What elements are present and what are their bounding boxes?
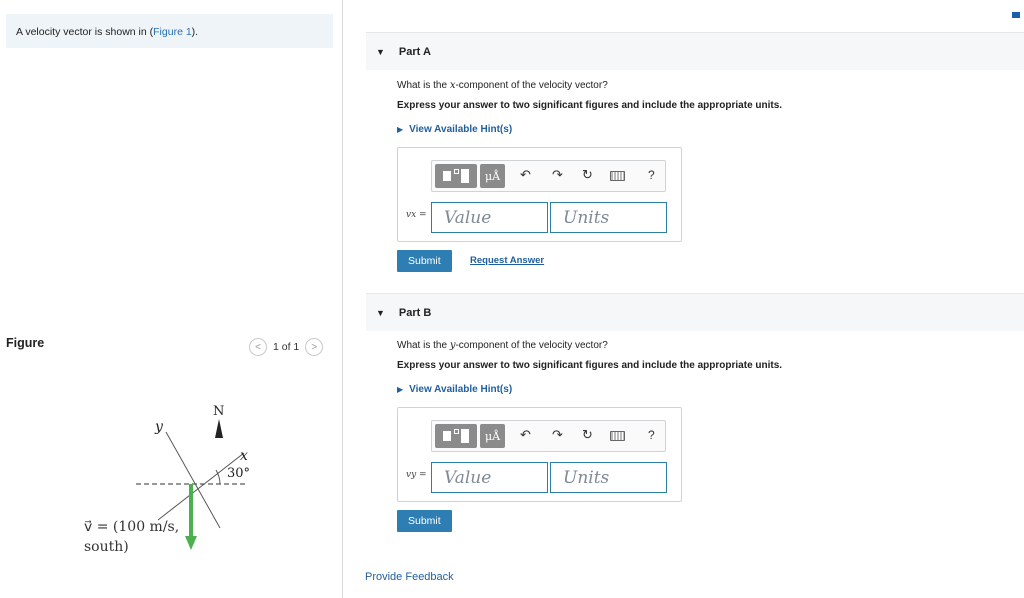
north-arrow-icon bbox=[215, 419, 223, 438]
part-b-value-input[interactable]: Value bbox=[431, 462, 548, 493]
y-axis-label: y bbox=[154, 419, 164, 435]
velocity-vector-head bbox=[185, 536, 197, 550]
part-b-instruction: Express your answer to two significant f… bbox=[397, 360, 783, 371]
part-b-header[interactable]: ▼ Part B bbox=[366, 293, 1024, 331]
prev-figure-button[interactable]: < bbox=[249, 338, 267, 356]
part-a-answer-box: μÅ ↶ ↷ ↻ ? vx = Value Units bbox=[397, 147, 682, 242]
part-b-units-input[interactable]: Units bbox=[550, 462, 667, 493]
figure-link[interactable]: Figure 1 bbox=[153, 26, 192, 38]
intro-text-end: ). bbox=[191, 26, 199, 38]
help-icon[interactable]: ? bbox=[648, 168, 655, 182]
part-a-title: Part A bbox=[398, 45, 431, 58]
part-b-answer-box: μÅ ↶ ↷ ↻ ? vy = Value Units bbox=[397, 407, 682, 502]
redo-icon[interactable]: ↷ bbox=[552, 428, 563, 442]
keyboard-icon[interactable] bbox=[610, 431, 625, 441]
velocity-figure: N y x 30° v⃗ = (100 m/s, south) bbox=[84, 404, 250, 555]
part-a-question: What is the x-component of the velocity … bbox=[397, 80, 608, 91]
reset-icon[interactable]: ↻ bbox=[582, 428, 593, 442]
x-axis-line bbox=[157, 452, 245, 521]
north-label: N bbox=[213, 404, 224, 419]
corner-mark-icon bbox=[1012, 12, 1020, 18]
pager-count: 1 of 1 bbox=[273, 341, 300, 353]
keyboard-icon[interactable] bbox=[610, 171, 625, 181]
undo-icon[interactable]: ↶ bbox=[520, 168, 531, 182]
redo-icon[interactable]: ↷ bbox=[552, 168, 563, 182]
left-pane: A velocity vector is shown in (Figure 1)… bbox=[0, 0, 343, 598]
part-a-variable-label: vx = bbox=[406, 210, 427, 220]
caret-right-icon: ▶ bbox=[397, 385, 404, 394]
part-b-hint-toggle[interactable]: ▶ View Available Hint(s) bbox=[397, 384, 512, 395]
part-a-value-input[interactable]: Value bbox=[431, 202, 548, 233]
angle-label: 30° bbox=[227, 466, 250, 481]
templates-button[interactable] bbox=[435, 424, 477, 448]
part-b-title: Part B bbox=[398, 306, 432, 319]
part-b-toolbar: μÅ ↶ ↷ ↻ ? bbox=[431, 420, 666, 452]
part-a-submit-button[interactable]: Submit bbox=[397, 250, 452, 272]
next-figure-button[interactable]: > bbox=[305, 338, 324, 356]
request-answer-link[interactable]: Request Answer bbox=[470, 255, 544, 266]
figure-heading: Figure bbox=[6, 336, 45, 350]
undo-icon[interactable]: ↶ bbox=[520, 428, 531, 442]
right-pane: ▼ Part A What is the x-component of the … bbox=[344, 0, 1024, 598]
part-a-units-input[interactable]: Units bbox=[550, 202, 667, 233]
part-b-variable-label: vy = bbox=[406, 470, 427, 480]
reset-icon[interactable]: ↻ bbox=[582, 168, 593, 182]
part-a-instruction: Express your answer to two significant f… bbox=[397, 100, 783, 111]
vector-label-line1: v⃗ = (100 m/s, bbox=[84, 519, 179, 535]
help-icon[interactable]: ? bbox=[648, 428, 655, 442]
part-a-hint-toggle[interactable]: ▶ View Available Hint(s) bbox=[397, 124, 512, 135]
collapse-triangle-icon: ▼ bbox=[376, 307, 385, 318]
templates-button[interactable] bbox=[435, 164, 477, 188]
units-symbols-button[interactable]: μÅ bbox=[480, 424, 505, 448]
intro-text: A velocity vector is shown in ( bbox=[16, 26, 154, 38]
part-b-submit-button[interactable]: Submit bbox=[397, 510, 452, 532]
caret-right-icon: ▶ bbox=[397, 125, 404, 134]
intro-box: A velocity vector is shown in (Figure 1)… bbox=[6, 14, 333, 48]
provide-feedback-link[interactable]: Provide Feedback bbox=[365, 571, 454, 583]
vector-label-line2: south) bbox=[84, 539, 129, 555]
x-axis-label: x bbox=[240, 448, 248, 464]
part-a-toolbar: μÅ ↶ ↷ ↻ ? bbox=[431, 160, 666, 192]
part-b-question: What is the y-component of the velocity … bbox=[397, 340, 608, 351]
collapse-triangle-icon: ▼ bbox=[376, 46, 385, 57]
part-a-header[interactable]: ▼ Part A bbox=[366, 32, 1024, 70]
units-symbols-button[interactable]: μÅ bbox=[480, 164, 505, 188]
figure-pager: < 1 of 1 > bbox=[249, 338, 324, 356]
